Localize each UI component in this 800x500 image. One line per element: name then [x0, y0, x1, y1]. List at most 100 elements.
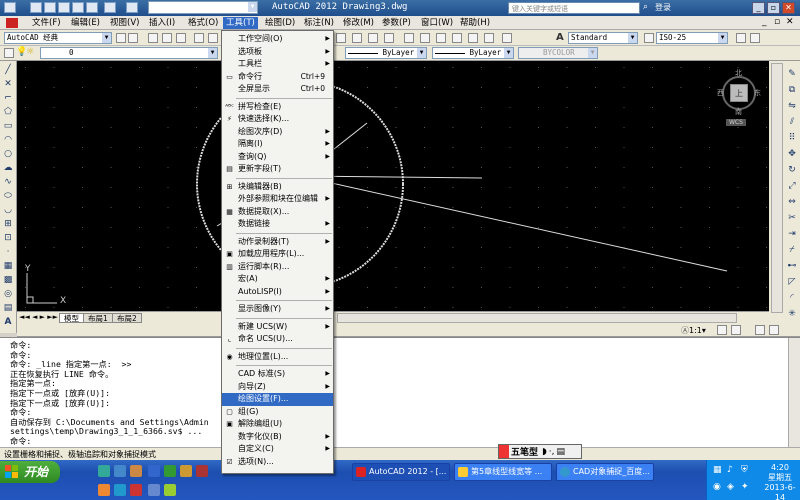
folder-icon[interactable]: [180, 465, 192, 477]
tools-menu-item[interactable]: 工作空间(O) ▶: [222, 33, 333, 46]
drawing-canvas[interactable]: Y X 上 北 南 西 东 WCS: [17, 61, 769, 311]
tab-nav-arrows[interactable]: ◄◄ ◄ ► ►►: [19, 313, 58, 321]
half-moon-icon[interactable]: ◗: [542, 447, 547, 457]
zoom-icon[interactable]: [352, 33, 362, 43]
tools-menu-item[interactable]: AutoLISP(I) ▶: [222, 286, 333, 299]
properties-icon[interactable]: [404, 33, 414, 43]
lineweight-combo[interactable]: ByLayer ▼: [432, 47, 514, 59]
arc-icon[interactable]: ◠: [2, 135, 14, 146]
print-icon[interactable]: [194, 33, 204, 43]
login-button[interactable]: 登录: [655, 2, 671, 13]
ime-mode[interactable]: 五笔型: [511, 445, 538, 458]
tools-menu-item[interactable]: 数字化仪(B) ▶: [222, 431, 333, 444]
menu-view[interactable]: 视图(V): [107, 17, 142, 29]
ie-icon[interactable]: [114, 465, 126, 477]
wcs-button[interactable]: WCS: [726, 119, 746, 126]
clock[interactable]: 4:20 星期五 2013-6-14: [760, 463, 800, 500]
dim-style-icon[interactable]: [644, 33, 654, 43]
security-icon[interactable]: ⛨: [741, 465, 748, 475]
tools-menu-item[interactable]: ▣ 加载应用程序(L)...: [222, 248, 333, 261]
tools-menu-item[interactable]: 显示图像(Y) ▶: [222, 303, 333, 316]
circle-icon[interactable]: ○: [2, 149, 14, 160]
tools-menu-item[interactable]: ⌞ 命名 UCS(U)...: [222, 333, 333, 346]
point-icon[interactable]: ·: [2, 247, 14, 258]
ime-toolbar[interactable]: 五笔型 ◗ ·, ▤: [498, 444, 582, 459]
viewcube-face[interactable]: 上: [730, 84, 748, 102]
menu-tools[interactable]: 工具(T): [223, 17, 258, 29]
new-icon[interactable]: [30, 2, 42, 13]
tools-menu-item[interactable]: ▭ 命令行 Ctrl+9: [222, 71, 333, 84]
qq-icon[interactable]: [114, 484, 126, 496]
offset-icon[interactable]: ⫽: [786, 117, 798, 128]
stretch-icon[interactable]: ⇔: [786, 197, 798, 208]
vertical-scrollbar[interactable]: [771, 63, 783, 313]
hatch-icon[interactable]: ▦: [2, 261, 14, 272]
open-icon[interactable]: [162, 33, 172, 43]
menu-window[interactable]: 窗口(W): [418, 17, 456, 29]
tools-menu-item[interactable]: 绘图次序(D) ▶: [222, 126, 333, 139]
quicklaunch-icon[interactable]: [98, 465, 110, 477]
app-icon[interactable]: [148, 484, 160, 496]
break-icon[interactable]: ⌿: [786, 245, 798, 256]
keyboard-icon[interactable]: ▤: [557, 447, 566, 457]
menu-parametric[interactable]: 参数(P): [379, 17, 414, 29]
menu-edit[interactable]: 编辑(E): [68, 17, 103, 29]
tools-menu-item[interactable]: 选项板 ▶: [222, 46, 333, 59]
start-button[interactable]: 开始: [0, 461, 60, 483]
tool-palettes-icon[interactable]: [436, 33, 446, 43]
layer-combo[interactable]: 0 ▼: [40, 47, 218, 59]
restore-button[interactable]: ▫: [767, 2, 780, 14]
doc-restore-button[interactable]: ▫: [774, 17, 780, 27]
region-icon[interactable]: ◎: [2, 289, 14, 300]
annotation-visibility-icon[interactable]: [717, 325, 727, 335]
polygon-icon[interactable]: ⬠: [2, 107, 14, 118]
task-autocad[interactable]: AutoCAD 2012 - [...: [352, 463, 450, 481]
mtext-icon[interactable]: A: [2, 317, 14, 328]
tools-menu-item[interactable]: 外部参照和块在位编辑 ▶: [222, 193, 333, 206]
revcloud-icon[interactable]: ☁: [2, 163, 14, 174]
app-menu-icon[interactable]: [4, 2, 16, 13]
task-browser[interactable]: CAD对象捕捉_百度...: [556, 463, 654, 481]
tools-menu-item[interactable]: 数据链接 ▶: [222, 218, 333, 231]
doc-close-button[interactable]: ✕: [786, 17, 794, 27]
help-icon[interactable]: [128, 33, 138, 43]
save-icon[interactable]: [58, 2, 70, 13]
trim-icon[interactable]: ✂: [786, 213, 798, 224]
array-icon[interactable]: ⠿: [786, 133, 798, 144]
network-icon[interactable]: ▦: [713, 465, 722, 475]
search-icon[interactable]: ⌕: [643, 2, 648, 12]
gear-icon[interactable]: [116, 33, 126, 43]
design-center-icon[interactable]: [420, 33, 430, 43]
calculator-icon[interactable]: [484, 33, 494, 43]
explode-icon[interactable]: ✳: [786, 309, 798, 320]
tools-menu-item[interactable]: ▥ 运行脚本(R)...: [222, 261, 333, 274]
tools-menu-item[interactable]: 自定义(C) ▶: [222, 443, 333, 456]
tray-icon[interactable]: ◈: [727, 482, 734, 492]
table-style-icon[interactable]: [736, 33, 746, 43]
ellipse-icon[interactable]: ⬭: [2, 191, 14, 202]
menu-insert[interactable]: 插入(I): [146, 17, 178, 29]
task-document[interactable]: 第5章线型线宽等 ...: [454, 463, 552, 481]
close-button[interactable]: ✕: [782, 2, 795, 14]
pan-icon[interactable]: [336, 33, 346, 43]
command-scrollbar[interactable]: [788, 338, 800, 448]
tools-menu-item[interactable]: ⊞ 块编辑器(B): [222, 181, 333, 194]
annotation-scale[interactable]: Ⓐ1:1▾: [681, 325, 706, 336]
polyline-icon[interactable]: ⌐: [2, 93, 14, 104]
firefox-icon[interactable]: [98, 484, 110, 496]
rectangle-icon[interactable]: ▭: [2, 121, 14, 132]
tray-icon[interactable]: ◉: [713, 482, 721, 492]
erase-icon[interactable]: ✎: [786, 69, 798, 80]
tools-menu-item[interactable]: ▣ 解除编组(U): [222, 418, 333, 431]
menu-draw[interactable]: 绘图(D): [262, 17, 298, 29]
app-icon[interactable]: [130, 484, 142, 496]
menu-file[interactable]: 文件(F): [29, 17, 64, 29]
layer-manager-icon[interactable]: [4, 48, 14, 58]
redo-icon[interactable]: [126, 2, 138, 13]
make-block-icon[interactable]: ⊡: [2, 233, 14, 244]
tools-menu-item[interactable]: ⚡ 快速选择(K)...: [222, 113, 333, 126]
help-icon[interactable]: [502, 33, 512, 43]
tools-menu-item[interactable]: ▤ 更新字段(T): [222, 163, 333, 176]
join-icon[interactable]: ⊷: [786, 261, 798, 272]
menu-format[interactable]: 格式(O): [185, 17, 221, 29]
